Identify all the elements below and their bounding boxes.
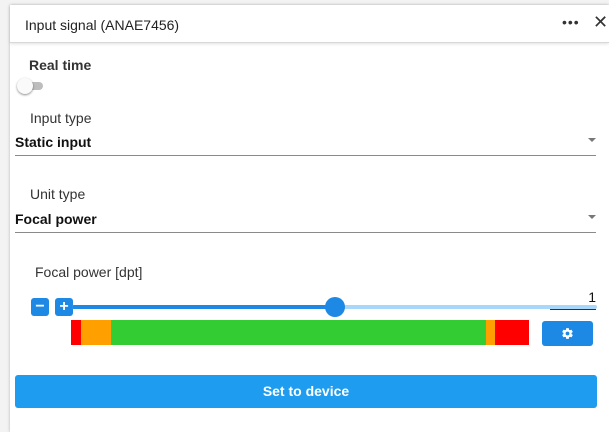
decrement-button[interactable]: − — [31, 298, 49, 316]
range-segment-0 — [71, 320, 82, 345]
chevron-down-icon — [588, 215, 596, 219]
unit-type-label: Unit type — [30, 186, 86, 202]
realtime-label: Real time — [29, 57, 92, 73]
slider-fill — [72, 305, 335, 309]
input-type-select[interactable]: Static input — [15, 130, 596, 156]
focal-power-value-field[interactable]: 1 — [550, 288, 596, 310]
chevron-down-icon — [588, 138, 596, 142]
focal-power-label: Focal power [dpt] — [35, 264, 143, 280]
range-segment-1 — [81, 320, 112, 345]
range-segment-3 — [486, 320, 496, 345]
panel-title: Input signal (ANAE7456) — [25, 17, 180, 33]
panel-header: Input signal (ANAE7456) ••• ✕ — [10, 5, 609, 43]
close-icon[interactable]: ✕ — [593, 13, 608, 31]
set-to-device-button[interactable]: Set to device — [15, 375, 597, 408]
toggle-knob — [17, 78, 33, 94]
focal-power-slider[interactable] — [72, 297, 597, 317]
input-type-value: Static input — [15, 134, 92, 150]
range-segment-4 — [495, 320, 530, 345]
realtime-toggle[interactable] — [17, 78, 49, 94]
focal-power-range-bar — [71, 320, 539, 345]
gear-icon — [562, 328, 573, 339]
slider-thumb[interactable] — [324, 297, 345, 317]
range-settings-button[interactable] — [542, 321, 593, 346]
more-options-icon[interactable]: ••• — [562, 14, 580, 30]
increment-button[interactable]: + — [55, 298, 73, 316]
range-segment-2 — [111, 320, 487, 345]
input-type-label: Input type — [30, 110, 92, 126]
unit-type-select[interactable]: Focal power — [15, 207, 596, 233]
unit-type-value: Focal power — [15, 211, 97, 227]
